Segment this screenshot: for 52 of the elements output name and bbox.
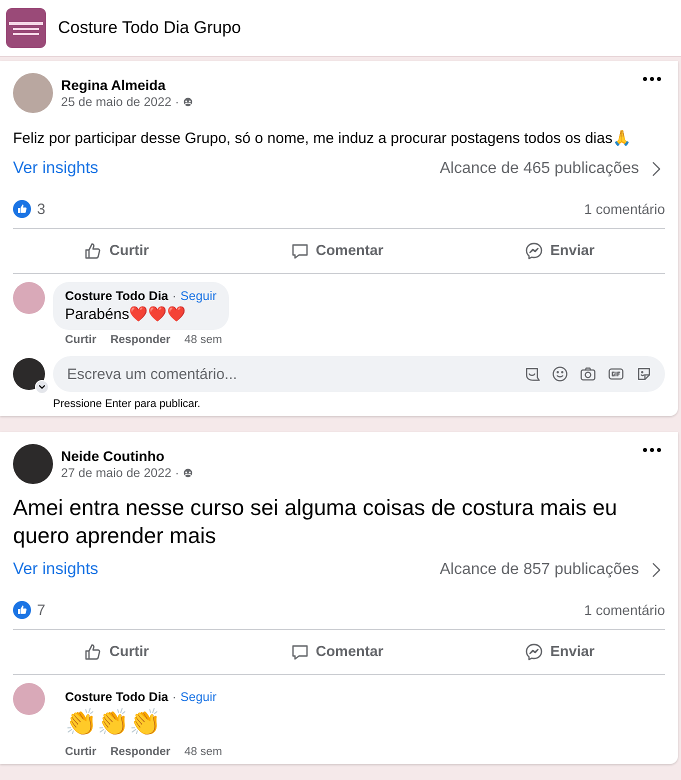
comment-count[interactable]: 1 comentário <box>584 201 665 217</box>
like-icon <box>13 200 31 218</box>
comment-button[interactable]: Comentar <box>270 233 404 269</box>
avatar-sticker-icon <box>523 365 541 383</box>
comment-input[interactable]: Escreva um comentário... <box>65 364 513 384</box>
like-count[interactable]: 3 <box>37 200 46 218</box>
emoji-icon <box>551 365 569 383</box>
commenter-name[interactable]: Costure Todo Dia <box>65 289 168 303</box>
reply-link[interactable]: Responder <box>110 746 170 758</box>
group-title: Costure Todo Dia Grupo <box>58 18 242 38</box>
insights-link[interactable]: Ver insights <box>13 560 98 579</box>
comment-time[interactable]: 48 sem <box>184 334 222 346</box>
publish-hint: Pressione Enter para publicar. <box>53 398 202 410</box>
group-icon <box>182 467 194 479</box>
insights-link[interactable]: Ver insights <box>13 159 98 178</box>
post-text: Amei entra nesse curso sei alguma coisas de costura mais eu quero aprender mais <box>13 494 618 550</box>
author-name[interactable]: Regina Almeida <box>61 77 631 93</box>
commenter-name[interactable]: Costure Todo Dia <box>65 690 168 704</box>
group-icon <box>182 96 194 108</box>
follow-link[interactable]: Seguir <box>180 289 217 303</box>
follow-link[interactable]: Seguir <box>180 690 217 704</box>
messenger-icon <box>524 241 544 261</box>
post-text: Feliz por participar desse Grupo, só o nome, me induz a procurar postagens todos os dias🙏 <box>13 129 632 149</box>
comment-time[interactable]: 48 sem <box>184 746 222 758</box>
separator-dot: · <box>172 289 176 303</box>
thumbs-up-icon <box>83 241 104 261</box>
user-avatar[interactable] <box>13 358 45 390</box>
like-link[interactable]: Curtir <box>65 746 96 758</box>
like-link[interactable]: Curtir <box>65 334 96 346</box>
post-date[interactable]: 27 de maio de 2022 · <box>61 466 180 480</box>
like-button[interactable]: Curtir <box>63 634 169 670</box>
send-button[interactable]: Enviar <box>504 634 615 670</box>
author-name[interactable]: Neide Coutinho <box>61 448 631 464</box>
separator-dot: · <box>172 690 176 704</box>
like-button[interactable]: Curtir <box>63 233 169 269</box>
post-date[interactable]: 25 de maio de 2022 · <box>61 95 180 109</box>
comment-button[interactable]: Comentar <box>270 634 404 670</box>
sticker-icon <box>635 365 653 383</box>
send-button[interactable]: Enviar <box>504 233 615 269</box>
reach-link[interactable]: Alcance de 857 publicações <box>440 560 665 578</box>
comment-box[interactable]: Escreva um comentário... <box>53 356 665 392</box>
comment-count[interactable]: 1 comentário <box>584 602 665 618</box>
group-logo-icon[interactable] <box>6 8 46 48</box>
messenger-icon <box>524 642 544 662</box>
camera-icon <box>579 365 597 383</box>
reach-link[interactable]: Alcance de 465 publicações <box>440 160 665 178</box>
reply-link[interactable]: Responder <box>110 334 170 346</box>
like-icon <box>13 601 31 619</box>
comment-text: Parabéns❤❤❤ <box>65 305 188 323</box>
avatar[interactable] <box>13 444 53 484</box>
like-count[interactable]: 7 <box>37 602 46 618</box>
comment-text: 👏👏👏 <box>65 706 162 738</box>
